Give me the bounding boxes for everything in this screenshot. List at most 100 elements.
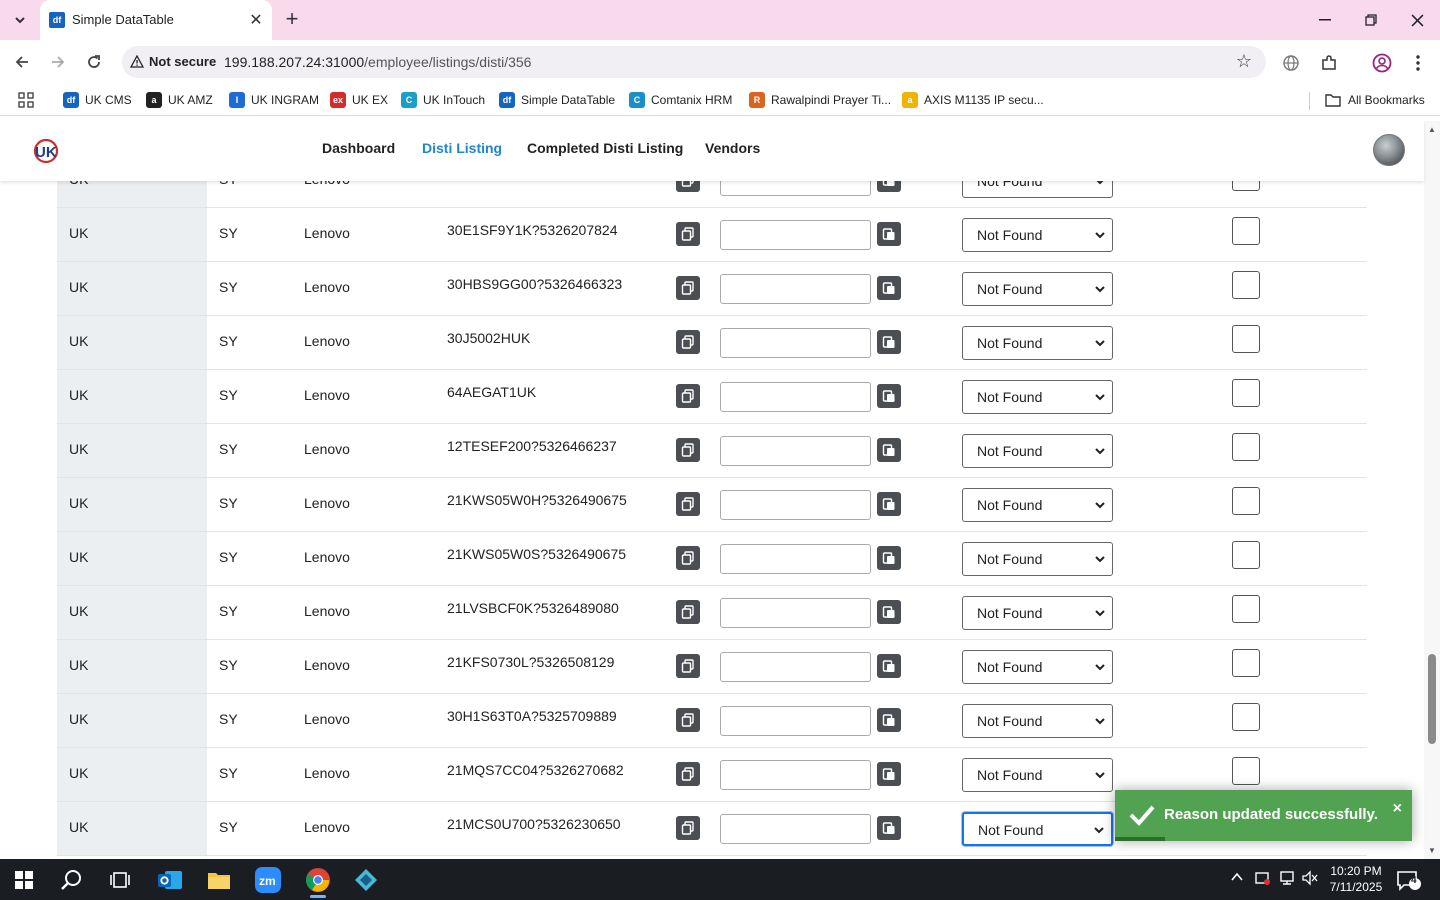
paste-icon[interactable] bbox=[877, 384, 901, 408]
search-icon[interactable] bbox=[48, 859, 96, 900]
translate-globe-icon[interactable] bbox=[1280, 52, 1302, 74]
reason-select[interactable]: Not Found bbox=[962, 326, 1113, 360]
toast-close-icon[interactable]: × bbox=[1393, 800, 1402, 818]
browser-menu-kebab-icon[interactable] bbox=[1407, 52, 1429, 74]
value-input[interactable] bbox=[720, 706, 871, 736]
page-scrollbar[interactable]: ▲ ▼ bbox=[1424, 121, 1440, 859]
bookmark-star-icon[interactable]: ☆ bbox=[1236, 51, 1252, 72]
value-input[interactable] bbox=[720, 382, 871, 412]
row-checkbox[interactable] bbox=[1232, 379, 1260, 407]
paste-icon[interactable] bbox=[877, 654, 901, 678]
scroll-down-arrow-icon[interactable]: ▼ bbox=[1428, 846, 1436, 855]
tray-chevron-up-icon[interactable] bbox=[1230, 870, 1244, 887]
reason-select[interactable]: Not Found bbox=[962, 758, 1113, 792]
row-checkbox[interactable] bbox=[1232, 541, 1260, 569]
task-view-icon[interactable] bbox=[96, 859, 144, 900]
bookmark-item[interactable]: a AXIS M1135 IP secu... bbox=[902, 91, 1044, 109]
row-checkbox[interactable] bbox=[1232, 271, 1260, 299]
copy-sku-icon[interactable] bbox=[676, 438, 700, 462]
forward-arrow-icon[interactable] bbox=[46, 50, 70, 74]
windows-start-icon[interactable] bbox=[0, 859, 48, 900]
copy-sku-icon[interactable] bbox=[676, 222, 700, 246]
restore-icon[interactable] bbox=[1348, 0, 1394, 40]
profile-account-icon[interactable] bbox=[1371, 52, 1393, 74]
paste-icon[interactable] bbox=[877, 546, 901, 570]
copy-sku-icon[interactable] bbox=[676, 384, 700, 408]
scroll-up-arrow-icon[interactable]: ▲ bbox=[1428, 125, 1436, 134]
value-input[interactable] bbox=[720, 760, 871, 790]
paste-icon[interactable] bbox=[877, 181, 901, 192]
volume-muted-icon[interactable] bbox=[1302, 870, 1318, 889]
paste-icon[interactable] bbox=[877, 600, 901, 624]
copy-sku-icon[interactable] bbox=[676, 600, 700, 624]
back-arrow-icon[interactable] bbox=[10, 50, 34, 74]
copy-sku-icon[interactable] bbox=[676, 816, 700, 840]
nav-link-dashboard[interactable]: Dashboard bbox=[322, 140, 395, 156]
tab-close-icon[interactable]: ✕ bbox=[246, 10, 266, 30]
taskbar-clock[interactable]: 10:20 PM 7/11/2025 bbox=[1322, 863, 1390, 895]
close-window-icon[interactable] bbox=[1394, 0, 1440, 40]
bookmark-item[interactable]: C UK InTouch bbox=[401, 91, 485, 109]
value-input[interactable] bbox=[720, 220, 871, 250]
reason-select[interactable]: Not Found bbox=[962, 434, 1113, 468]
reason-select[interactable]: Not Found bbox=[962, 704, 1113, 738]
bookmark-item[interactable]: a UK AMZ bbox=[146, 91, 213, 109]
reason-select[interactable]: Not Found bbox=[962, 272, 1113, 306]
row-checkbox[interactable] bbox=[1232, 433, 1260, 461]
not-secure-label[interactable]: Not secure bbox=[149, 54, 216, 69]
row-checkbox[interactable] bbox=[1232, 487, 1260, 515]
row-checkbox[interactable] bbox=[1232, 217, 1260, 245]
reason-select[interactable]: Not Found bbox=[962, 380, 1113, 414]
user-avatar[interactable] bbox=[1373, 134, 1405, 166]
row-checkbox[interactable] bbox=[1232, 181, 1260, 191]
row-checkbox[interactable] bbox=[1232, 757, 1260, 785]
reason-select[interactable]: Not Found bbox=[962, 812, 1113, 846]
paste-icon[interactable] bbox=[877, 762, 901, 786]
copy-sku-icon[interactable] bbox=[676, 708, 700, 732]
reason-select[interactable]: Not Found bbox=[962, 542, 1113, 576]
reason-select[interactable]: Not Found bbox=[962, 596, 1113, 630]
reason-select[interactable]: Not Found bbox=[962, 181, 1113, 198]
nav-link-disti-listing[interactable]: Disti Listing bbox=[422, 140, 502, 156]
copy-sku-icon[interactable] bbox=[676, 654, 700, 678]
app-diamond-icon[interactable] bbox=[342, 859, 390, 900]
paste-icon[interactable] bbox=[877, 222, 901, 246]
paste-icon[interactable] bbox=[877, 816, 901, 840]
value-input[interactable] bbox=[720, 544, 871, 574]
bookmark-item[interactable]: C Comtanix HRM bbox=[629, 91, 732, 109]
uk-logo-icon[interactable]: UK bbox=[32, 138, 60, 164]
bookmark-item[interactable]: ex UK EX bbox=[330, 91, 388, 109]
row-checkbox[interactable] bbox=[1232, 595, 1260, 623]
value-input[interactable] bbox=[720, 814, 871, 844]
value-input[interactable] bbox=[720, 652, 871, 682]
network-icon[interactable] bbox=[1279, 870, 1295, 889]
paste-icon[interactable] bbox=[877, 708, 901, 732]
reason-select[interactable]: Not Found bbox=[962, 650, 1113, 684]
browser-tab-active[interactable]: df Simple DataTable ✕ bbox=[40, 0, 272, 40]
bookmark-item[interactable]: df Simple DataTable bbox=[499, 91, 615, 109]
address-bar[interactable]: Not secure 199.188.207.24:31000/employee… bbox=[122, 46, 1266, 78]
copy-sku-icon[interactable] bbox=[676, 276, 700, 300]
all-bookmarks-folder[interactable]: All Bookmarks bbox=[1325, 91, 1425, 109]
copy-sku-icon[interactable] bbox=[676, 181, 700, 192]
copy-sku-icon[interactable] bbox=[676, 330, 700, 354]
row-checkbox[interactable] bbox=[1232, 703, 1260, 731]
extensions-puzzle-icon[interactable] bbox=[1318, 52, 1340, 74]
notifications-icon[interactable]: 4 bbox=[1396, 869, 1422, 891]
value-input[interactable] bbox=[720, 181, 871, 196]
new-tab-icon[interactable]: + bbox=[280, 8, 304, 32]
paste-icon[interactable] bbox=[877, 276, 901, 300]
copy-sku-icon[interactable] bbox=[676, 546, 700, 570]
bookmark-item[interactable]: R Rawalpindi Prayer Ti... bbox=[749, 91, 891, 109]
nav-link-completed-disti-listing[interactable]: Completed Disti Listing bbox=[527, 140, 683, 156]
bookmark-item[interactable]: I UK INGRAM bbox=[229, 91, 319, 109]
copy-sku-icon[interactable] bbox=[676, 492, 700, 516]
chrome-taskbar-icon[interactable] bbox=[294, 859, 342, 900]
minimize-icon[interactable] bbox=[1302, 0, 1348, 40]
paste-icon[interactable] bbox=[877, 330, 901, 354]
value-input[interactable] bbox=[720, 598, 871, 628]
value-input[interactable] bbox=[720, 328, 871, 358]
row-checkbox[interactable] bbox=[1232, 325, 1260, 353]
reason-select[interactable]: Not Found bbox=[962, 488, 1113, 522]
tab-search-chevron-icon[interactable] bbox=[6, 6, 34, 34]
